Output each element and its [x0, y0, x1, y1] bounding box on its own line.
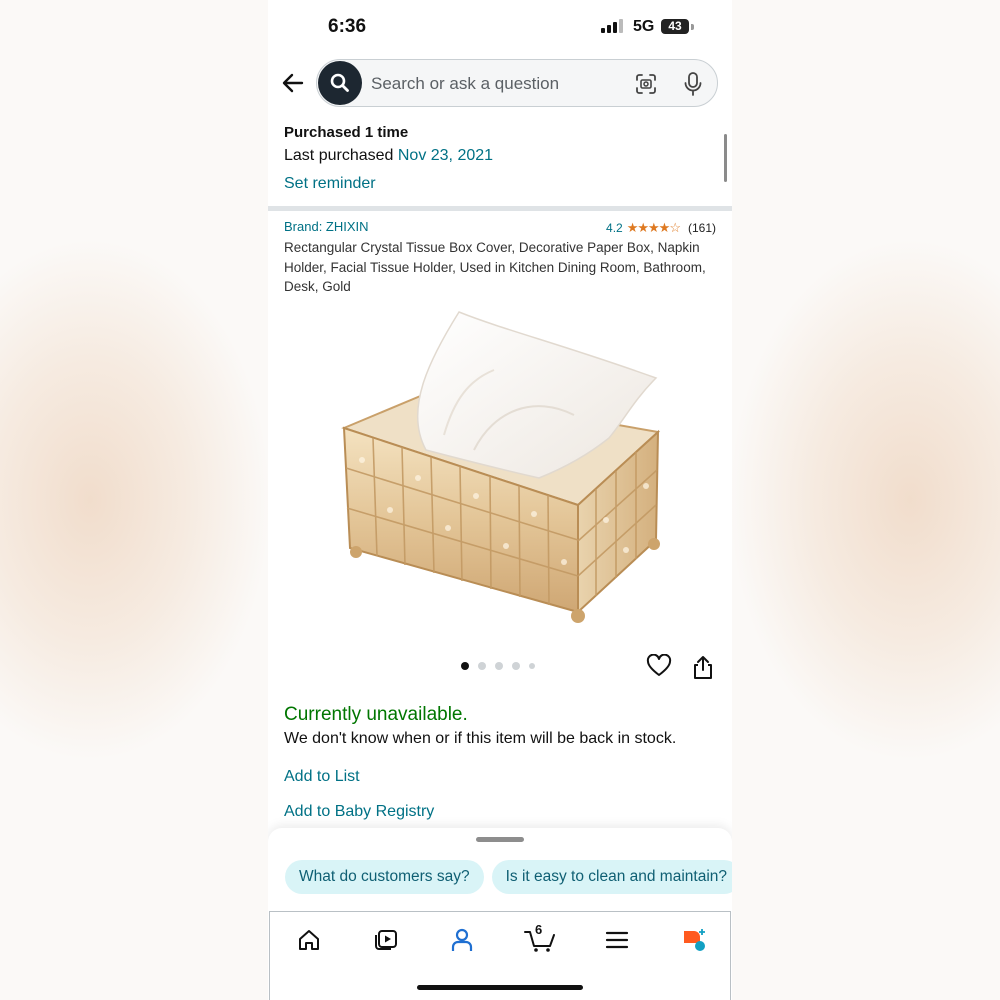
video-icon[interactable]: [372, 926, 400, 954]
review-count: (161): [687, 221, 716, 235]
cart-icon[interactable]: 6: [523, 922, 557, 954]
account-icon[interactable]: [448, 926, 476, 954]
microphone-icon[interactable]: [681, 71, 705, 97]
share-icon[interactable]: [692, 654, 714, 680]
carousel-dot[interactable]: [495, 662, 503, 670]
status-time: 6:36: [328, 16, 367, 37]
last-purchased: Last purchased Nov 23, 2021: [284, 147, 493, 165]
signal-icon: [601, 19, 623, 33]
cart-count: 6: [535, 922, 543, 937]
scroll-indicator[interactable]: [724, 134, 727, 182]
stock-note: We don't know when or if this item will …: [284, 730, 677, 747]
search-button[interactable]: [318, 61, 362, 105]
last-purchased-date-link[interactable]: Nov 23, 2021: [398, 147, 493, 164]
suggestion-chip[interactable]: What do customers say?: [285, 860, 484, 894]
rating-value: 4.2: [606, 221, 623, 235]
section-divider: [268, 206, 732, 211]
purchase-history: Purchased 1 time Last purchased Nov 23, …: [284, 124, 493, 193]
availability-status: Currently unavailable.: [284, 704, 468, 725]
heart-icon[interactable]: [646, 653, 672, 678]
brand-link[interactable]: Brand: ZHIXIN: [284, 219, 369, 234]
rating-summary[interactable]: 4.2 ★★★★☆ (161): [606, 220, 716, 236]
back-arrow-icon[interactable]: [280, 70, 306, 96]
status-bar: 6:36 5G 43: [268, 0, 732, 54]
suggestion-chips: What do customers say? Is it easy to cle…: [285, 860, 732, 894]
image-carousel-dots[interactable]: [461, 662, 535, 670]
last-purchased-label: Last purchased: [284, 147, 398, 164]
suggestion-chip[interactable]: Is it easy to clean and maintain?: [491, 860, 732, 894]
background-left: [0, 0, 270, 1000]
sheet-grabber[interactable]: [476, 837, 524, 842]
phone-screen: 6:36 5G 43 Purchased 1 ti: [268, 0, 732, 1000]
purchased-count: Purchased 1 time: [284, 124, 409, 141]
battery-icon: 43: [661, 19, 689, 34]
network-label: 5G: [633, 18, 655, 35]
search-icon: [330, 73, 349, 92]
search-bar[interactable]: [316, 59, 718, 107]
product-image[interactable]: [334, 300, 664, 630]
suggestion-sheet: What do customers say? Is it easy to cle…: [268, 828, 732, 912]
search-input[interactable]: [371, 72, 621, 96]
menu-icon[interactable]: [603, 926, 631, 954]
set-reminder-link[interactable]: Set reminder: [284, 175, 493, 193]
product-title[interactable]: Rectangular Crystal Tissue Box Cover, De…: [284, 238, 724, 297]
add-to-list-link[interactable]: Add to List: [284, 768, 360, 786]
carousel-dot[interactable]: [529, 663, 535, 669]
home-icon[interactable]: [295, 926, 323, 954]
background-right: [730, 0, 1000, 1000]
carousel-dot[interactable]: [512, 662, 520, 670]
battery-tip: [691, 24, 694, 30]
home-indicator[interactable]: [417, 985, 583, 990]
carousel-dot[interactable]: [478, 662, 486, 670]
rufus-ai-icon[interactable]: [680, 926, 708, 954]
star-rating-icon: ★★★★☆: [626, 220, 681, 235]
camera-scan-icon[interactable]: [634, 72, 658, 96]
carousel-dot[interactable]: [461, 662, 469, 670]
add-to-baby-registry-link[interactable]: Add to Baby Registry: [284, 803, 434, 821]
